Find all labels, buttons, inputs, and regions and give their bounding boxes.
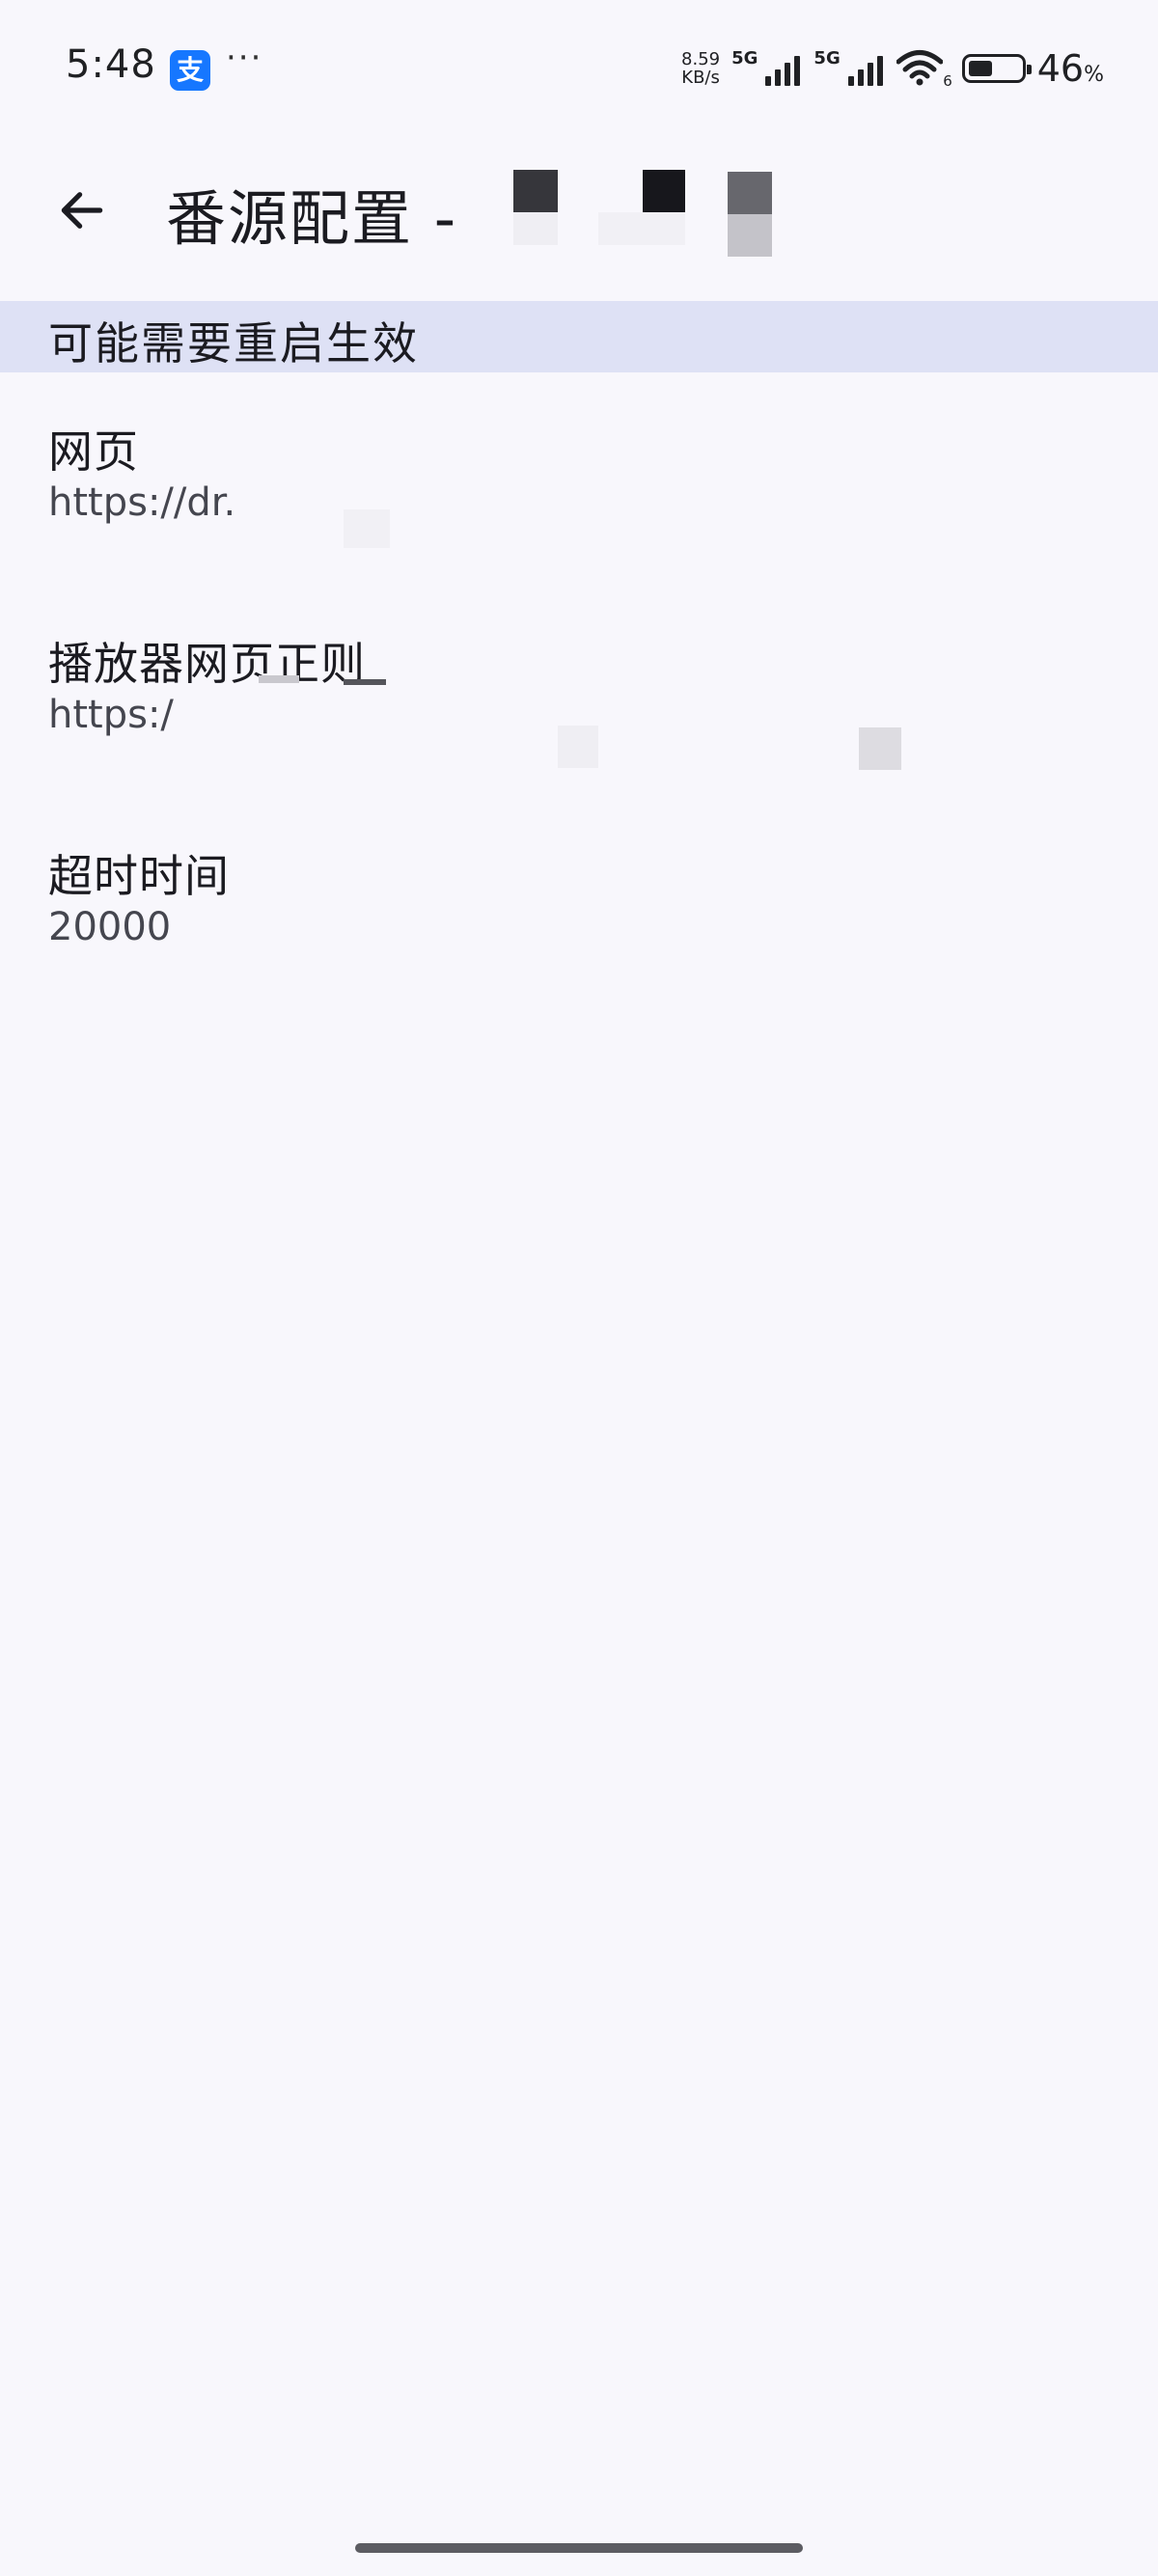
redacted-title-block: [513, 170, 558, 212]
wifi-badge: 6: [943, 72, 952, 90]
network-speed: 8.59 KB/s: [681, 50, 720, 87]
sim1-network-type: 5G: [731, 48, 758, 69]
setting-player-regex[interactable]: 播放器网页正则 https:/: [0, 629, 1158, 822]
setting-timeout[interactable]: 超时时间 20000: [0, 841, 1158, 1034]
redacted-value-block: [344, 509, 390, 548]
battery-percent-sign: %: [1084, 63, 1104, 87]
battery-percent: 46%: [1037, 47, 1104, 90]
setting-value: https://dr.: [48, 480, 236, 525]
sim1-signal-icon: [765, 51, 801, 86]
setting-value: 20000: [48, 905, 172, 949]
page-title: 番源配置 -: [166, 183, 458, 254]
redacted-value-block: [859, 727, 901, 770]
setting-title: 网页: [48, 425, 139, 478]
network-speed-value: 8.59: [681, 49, 721, 69]
top-app-bar: 番源配置 -: [0, 145, 1158, 270]
redacted-title-block: [643, 170, 685, 212]
status-bar: 5:48 支 ··· 8.59 KB/s 5G 5G 6 46%: [0, 0, 1158, 135]
restart-notice-text: 可能需要重启生效: [48, 317, 419, 370]
setting-webpage[interactable]: 网页 https://dr.: [0, 417, 1158, 610]
restart-notice-banner: 可能需要重启生效: [0, 301, 1158, 372]
battery-percent-value: 46: [1036, 47, 1085, 90]
redacted-title-block: [513, 212, 558, 245]
status-time: 5:48: [66, 42, 156, 87]
battery-level-fill: [968, 61, 992, 76]
battery-icon: [961, 54, 1032, 83]
setting-value: https:/: [48, 693, 174, 737]
wifi-icon: 6: [896, 49, 952, 90]
sim2-signal-icon: [847, 51, 883, 86]
setting-title: 播放器网页正则: [48, 638, 366, 690]
redacted-value-block: [558, 726, 598, 768]
setting-title: 超时时间: [48, 850, 230, 902]
network-speed-unit: KB/s: [681, 68, 720, 88]
alipay-notification-icon: 支: [170, 50, 210, 91]
gesture-navigation-bar[interactable]: [355, 2543, 803, 2553]
more-notifications-icon: ···: [226, 39, 263, 77]
status-indicators: 8.59 KB/s 5G 5G 6 46%: [681, 44, 1104, 93]
back-button[interactable]: [39, 172, 125, 249]
redacted-title-block: [728, 214, 772, 257]
redacted-title-block: [598, 212, 685, 245]
redacted-value-block: [344, 679, 386, 685]
arrow-left-icon: [61, 192, 103, 229]
redacted-value-block: [259, 675, 299, 683]
redacted-title-block: [728, 172, 772, 214]
sim2-network-type: 5G: [813, 48, 841, 69]
